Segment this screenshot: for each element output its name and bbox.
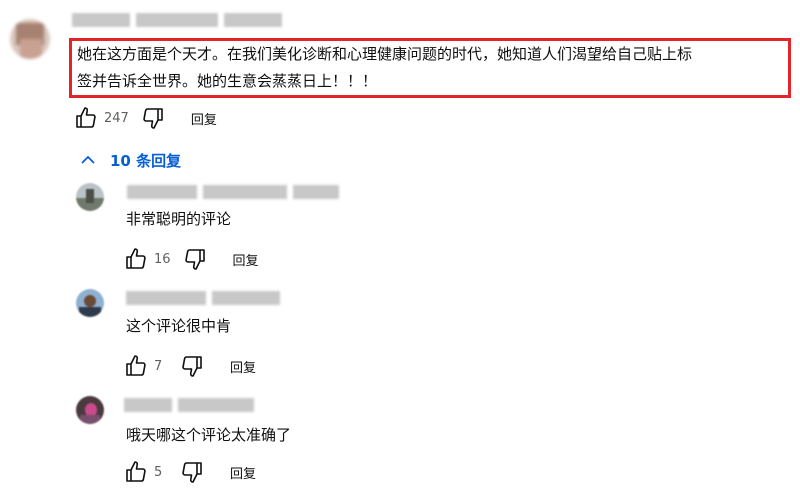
like-count: 247 (104, 110, 129, 126)
comment-actions: 247 回复 (74, 106, 217, 130)
comment-text-line2: 签并告诉全世界。她的生意会蒸蒸日上！！！ (77, 72, 378, 90)
commenter-name[interactable] (127, 185, 339, 199)
reply-text: 哦天哪这个评论太准确了 (126, 426, 292, 444)
thumb-up-icon[interactable] (124, 460, 148, 484)
reply-button[interactable]: 回复 (191, 109, 217, 128)
reply-button[interactable]: 回复 (233, 250, 259, 269)
thumb-up-icon[interactable] (74, 106, 98, 130)
reply-actions: 16 回复 (124, 247, 259, 271)
avatar[interactable] (76, 289, 104, 317)
commenter-name[interactable] (126, 291, 280, 305)
reply-button[interactable]: 回复 (230, 357, 256, 376)
thumb-down-icon[interactable] (180, 460, 204, 484)
replies-toggle-label: 10 条回复 (110, 151, 182, 170)
like-count: 16 (154, 251, 171, 267)
chevron-up-icon (81, 155, 95, 164)
commenter-name[interactable] (124, 398, 254, 412)
reply-actions: 7 回复 (124, 354, 256, 378)
thumb-down-icon[interactable] (183, 247, 207, 271)
thumb-down-icon[interactable] (141, 106, 165, 130)
thumb-up-icon[interactable] (124, 354, 148, 378)
avatar[interactable] (76, 183, 104, 211)
like-count: 7 (154, 358, 163, 374)
thumb-down-icon[interactable] (180, 354, 204, 378)
reply-actions: 5 回复 (124, 460, 256, 484)
avatar[interactable] (10, 19, 50, 59)
reply-button[interactable]: 回复 (230, 463, 256, 482)
replies-toggle[interactable]: 10 条回复 (80, 146, 181, 174)
like-count: 5 (154, 464, 163, 480)
avatar[interactable] (76, 396, 104, 424)
thumb-up-icon[interactable] (124, 247, 148, 271)
reply-text: 非常聪明的评论 (126, 210, 232, 228)
commenter-name[interactable] (72, 13, 282, 27)
comment-text-line1: 她在这方面是个天才。在我们美化诊断和心理健康问题的时代，她知道人们渴望给自己贴上… (77, 45, 693, 63)
reply-text: 这个评论很中肯 (126, 317, 232, 335)
